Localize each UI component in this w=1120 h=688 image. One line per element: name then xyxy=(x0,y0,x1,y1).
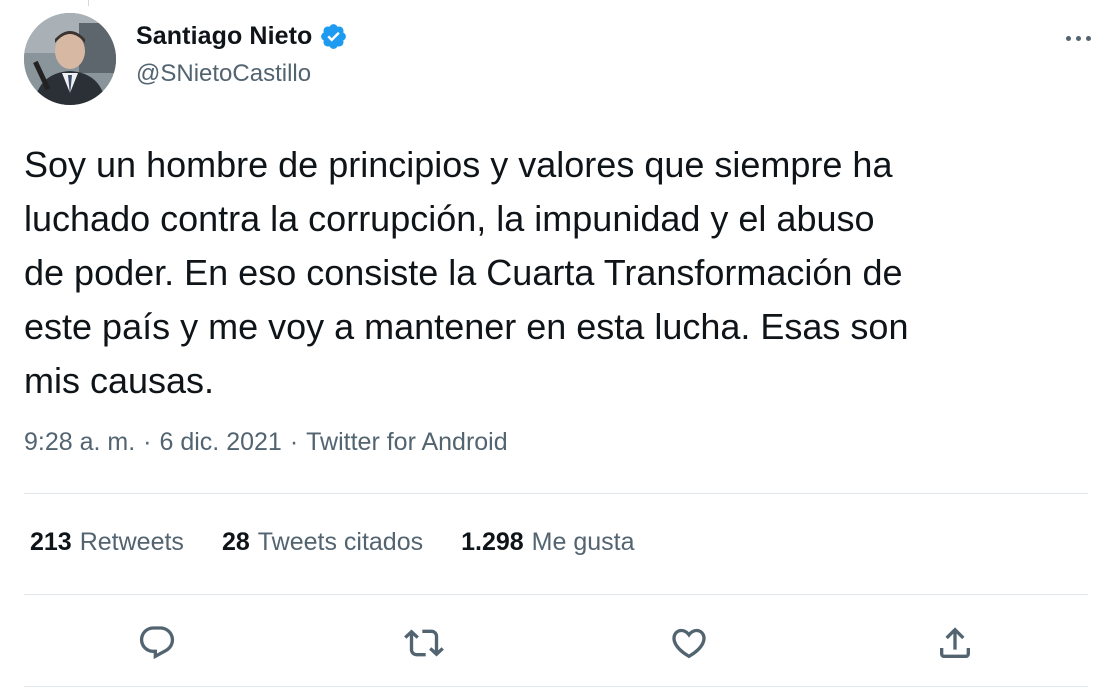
separator: · xyxy=(143,428,152,456)
tweet-metadata: 9:28 a. m. · 6 dic. 2021 · Twitter for A… xyxy=(24,428,508,457)
author-handle[interactable]: @SNietoCastillo xyxy=(136,60,311,88)
quote-tweets-count: 28 xyxy=(221,528,250,556)
share-button[interactable] xyxy=(927,615,983,671)
divider xyxy=(24,493,1088,494)
tweet-time[interactable]: 9:28 a. m. xyxy=(24,428,135,457)
tweet-source[interactable]: Twitter for Android xyxy=(306,428,507,457)
retweets-label: Retweets xyxy=(79,528,184,556)
display-name[interactable]: Santiago Nieto xyxy=(136,22,312,51)
retweet-icon xyxy=(404,629,444,657)
tweet-stats: 213 Retweets 28 Tweets citados 1.298 Me … xyxy=(30,528,673,557)
quote-tweets-label: Tweets citados xyxy=(257,528,424,556)
divider xyxy=(24,686,1088,687)
like-button[interactable] xyxy=(661,615,717,671)
avatar[interactable] xyxy=(24,13,116,105)
tweet-card: Santiago Nieto @SNietoCastillo Soy un ho… xyxy=(0,0,1120,688)
author-name-row[interactable]: Santiago Nieto xyxy=(136,22,348,51)
avatar-photo xyxy=(24,13,116,105)
more-options-icon[interactable] xyxy=(1058,26,1098,50)
likes-count: 1.298 xyxy=(461,528,524,556)
separator: · xyxy=(289,428,299,456)
share-icon xyxy=(940,627,970,658)
quote-tweets-stat[interactable]: 28 Tweets citados xyxy=(222,528,423,557)
likes-stat[interactable]: 1.298 Me gusta xyxy=(461,528,634,557)
likes-label: Me gusta xyxy=(531,528,635,556)
tweet-text: Soy un hombre de principios y valores qu… xyxy=(24,144,909,401)
divider xyxy=(24,594,1088,595)
reply-button[interactable] xyxy=(129,615,185,671)
tweet-date[interactable]: 6 dic. 2021 xyxy=(160,428,282,457)
action-bar xyxy=(0,615,1120,671)
verified-badge-icon xyxy=(319,22,348,51)
retweets-count: 213 xyxy=(30,528,72,556)
reply-icon xyxy=(139,626,175,660)
thread-connector xyxy=(0,0,1120,6)
retweets-stat[interactable]: 213 Retweets xyxy=(30,528,184,557)
retweet-button[interactable] xyxy=(396,615,452,671)
like-icon xyxy=(672,628,706,659)
